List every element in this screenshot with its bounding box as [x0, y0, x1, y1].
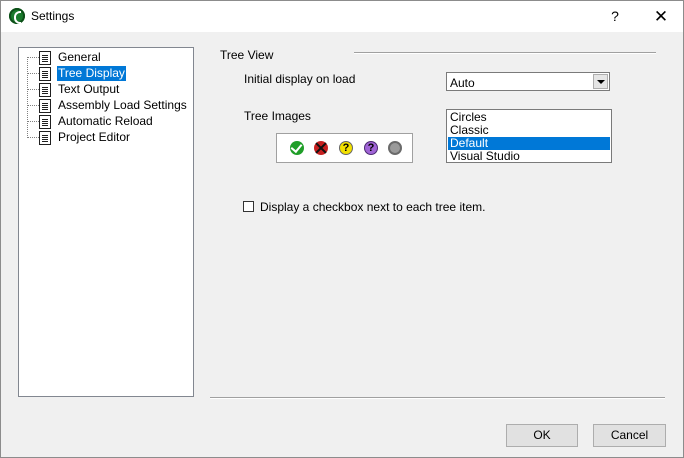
initial-display-label: Initial display on load [244, 72, 356, 86]
document-icon [39, 67, 51, 81]
app-logo-icon [9, 8, 25, 24]
tree-images-preview: ? ? [276, 133, 413, 163]
tree-item-label: Tree Display [57, 66, 126, 81]
tree-connector [27, 105, 39, 106]
close-button[interactable]: ✕ [639, 1, 683, 32]
tree-item-label: Text Output [58, 82, 120, 96]
tree-checkbox-label[interactable]: Display a checkbox next to each tree ite… [260, 200, 485, 214]
settings-dialog: Settings ? ✕ General Tree Display Text O… [0, 0, 684, 458]
tree-images-list[interactable]: Circles Classic Default Visual Studio [446, 109, 612, 163]
cancel-button[interactable]: Cancel [593, 424, 666, 447]
help-button[interactable]: ? [593, 1, 637, 32]
tree-connector [27, 57, 28, 138]
document-icon [39, 51, 51, 65]
tree-item-label: Automatic Reload [58, 114, 153, 128]
tree-connector [27, 73, 39, 74]
warning-icon: ? [339, 141, 353, 155]
chevron-down-icon[interactable] [593, 74, 608, 89]
document-icon [39, 115, 51, 129]
tree-connector [27, 137, 39, 138]
group-divider [354, 52, 656, 54]
settings-tree[interactable]: General Tree Display Text Output Assembl… [18, 47, 194, 397]
list-option-visual-studio[interactable]: Visual Studio [448, 150, 610, 163]
ignored-glyph: ? [367, 142, 375, 154]
tree-connector [27, 121, 39, 122]
title-bar: Settings ? ✕ [1, 1, 683, 32]
tree-images-label: Tree Images [244, 109, 311, 123]
ignored-icon: ? [364, 141, 378, 155]
tree-item-label: General [58, 50, 101, 64]
ok-button[interactable]: OK [506, 424, 578, 447]
initial-display-select[interactable]: Auto [446, 72, 610, 91]
failure-icon [314, 141, 328, 155]
warning-glyph: ? [342, 142, 350, 154]
tree-connector [27, 89, 39, 90]
window-title: Settings [31, 9, 75, 23]
document-icon [39, 99, 51, 113]
tree-checkbox-toggle[interactable] [243, 201, 254, 212]
footer-divider [210, 397, 665, 399]
initial-display-value: Auto [450, 76, 475, 90]
not-run-icon [388, 141, 402, 155]
document-icon [39, 131, 51, 145]
document-icon [39, 83, 51, 97]
tree-connector [27, 57, 39, 58]
tree-item-label: Project Editor [58, 130, 131, 144]
tree-item-label: Assembly Load Settings [58, 98, 187, 112]
success-icon [290, 141, 304, 155]
group-title-tree-view: Tree View [220, 48, 274, 62]
